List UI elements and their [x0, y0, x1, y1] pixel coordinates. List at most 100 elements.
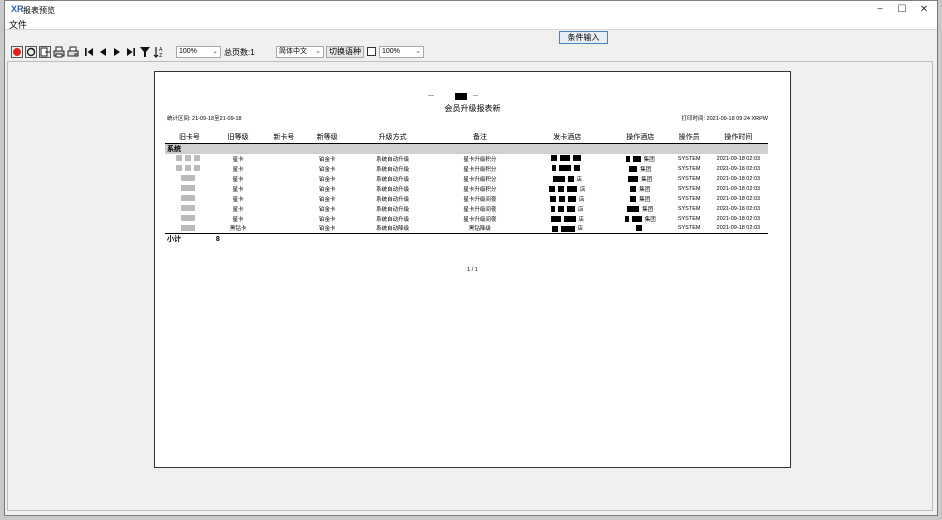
- new-level: 铂金卡: [318, 156, 336, 163]
- old-card-no: [165, 154, 214, 164]
- next-page-icon[interactable]: [111, 46, 123, 58]
- table-row[interactable]: 黑钻卡 铂金卡 系统自动降级 黑钻降级 店 SYSTEM 2021-09-18 02:03: [165, 224, 768, 234]
- operating-hotel-suffix: 集团: [644, 216, 656, 223]
- remark: 星卡升级积分: [463, 166, 497, 173]
- first-page-icon[interactable]: [83, 46, 95, 58]
- last-page-icon[interactable]: [125, 46, 137, 58]
- redacted-block: [632, 156, 641, 163]
- operation-time: 2021-09-18 02:03: [716, 205, 761, 212]
- toolbar: AZ 100% ⌄ 总页数:1 简体中文 ⌄ 切换语种 100% ⌄: [9, 45, 609, 60]
- upgrade-method: 系统自动升级: [376, 176, 410, 183]
- group-label: 系统: [165, 143, 768, 154]
- condition-input-button[interactable]: 条件输入: [559, 31, 608, 44]
- table-row[interactable]: 星卡 铂金卡 系统自动升级 星卡升级间夜 店 集团 SYSTEM 2021-09-18 02:…: [165, 204, 768, 214]
- redacted-block: [193, 155, 200, 162]
- table-row[interactable]: 星卡 铂金卡 系统自动升级 星卡升级积分 店 集团 SYSTEM 2021-09-18 02:…: [165, 184, 768, 194]
- redacted-block: [572, 155, 581, 162]
- operating-hotel-suffix: 集团: [642, 206, 654, 213]
- issuing-hotel: [524, 164, 611, 174]
- close-button[interactable]: ✕: [913, 2, 935, 18]
- remark: 星卡升级间夜: [463, 196, 497, 203]
- column-header: 旧卡号: [165, 132, 214, 144]
- redacted-block: [559, 155, 570, 162]
- operation-time: 2021-09-18 02:03: [716, 215, 761, 222]
- table-row[interactable]: 星卡 铂金卡 系统自动升级 星卡升级积分 店 集团 SYSTEM 2021-09-18 02:…: [165, 174, 768, 184]
- redacted-block: [625, 156, 630, 163]
- subtotal-label: 小计: [165, 233, 214, 244]
- issuing-hotel: 店: [524, 184, 611, 194]
- operator: SYSTEM: [677, 195, 701, 202]
- remark: 星卡升级积分: [463, 176, 497, 183]
- language-select[interactable]: 简体中文 ⌄: [276, 46, 324, 58]
- operator: SYSTEM: [677, 215, 701, 222]
- redacted-block: [180, 225, 195, 232]
- old-level: 星卡: [232, 156, 244, 163]
- table-row[interactable]: 星卡 铂金卡 系统自动升级 星卡升级积分 集团 SYSTEM 2021-09-18 02:0…: [165, 154, 768, 164]
- preview-area[interactable]: 会员升级报表新 统计区间: 21-09-18至21-09-18 打印时间: 20…: [7, 61, 933, 511]
- report-preview-window: XR 报表预览 − ☐ ✕ 文件 条件输入 AZ 100% ⌄ 总页数:1 简体…: [4, 0, 938, 516]
- export-icon[interactable]: [39, 46, 51, 58]
- column-header: 旧等级: [213, 132, 263, 144]
- operator: SYSTEM: [677, 155, 701, 162]
- column-header: 备注: [436, 132, 524, 144]
- issuing-hotel-suffix: 店: [576, 176, 583, 183]
- old-card-no: [165, 174, 214, 184]
- operating-hotel-suffix: 集团: [643, 156, 655, 163]
- xr-logo-icon: XR: [11, 4, 24, 14]
- remark: 星卡升级间夜: [463, 216, 497, 223]
- redacted-block: [567, 206, 575, 213]
- new-level: 铂金卡: [318, 226, 336, 233]
- table-row[interactable]: 星卡 铂金卡 系统自动升级 星卡升级间夜 店 集团 SYSTEM 2021-09-18 02:…: [165, 194, 768, 204]
- redacted-block: [558, 186, 564, 193]
- zoom-select-value: 100%: [179, 48, 197, 55]
- operation-time: 2021-09-18 02:03: [716, 165, 761, 172]
- refresh-icon[interactable]: [25, 46, 37, 58]
- minimize-button[interactable]: −: [869, 2, 891, 18]
- switch-language-button[interactable]: 切换语种: [326, 46, 364, 58]
- table-row[interactable]: 星卡 铂金卡 系统自动升级 星卡升级积分 集团 SYSTEM 2021-09-18 02:0…: [165, 164, 768, 174]
- remark: 星卡升级积分: [463, 186, 497, 193]
- new-level: 铂金卡: [318, 186, 336, 193]
- divider: [5, 29, 937, 30]
- column-header: 操作员: [669, 132, 709, 144]
- report-title: 会员升级报表新: [444, 104, 501, 113]
- old-level: 星卡: [232, 186, 244, 193]
- table-row[interactable]: 星卡 铂金卡 系统自动升级 星卡升级间夜 店 集团 SYSTEM 2021-09-18 02:…: [165, 214, 768, 224]
- maximize-button[interactable]: ☐: [891, 2, 913, 18]
- zoom-select-2[interactable]: 100% ⌄: [379, 46, 424, 58]
- redacted-block: [551, 225, 558, 232]
- chevron-down-icon: ⌄: [415, 48, 421, 55]
- old-card-no: [165, 204, 214, 214]
- prev-page-icon[interactable]: [97, 46, 109, 58]
- operation-time: 2021-09-18 02:03: [716, 155, 761, 162]
- print-setup-icon[interactable]: [67, 46, 79, 58]
- record-icon[interactable]: [11, 46, 23, 58]
- report-table: 旧卡号 旧等级 新卡号 新等级 升级方式 备注 发卡酒店 操作酒店 操作员 操作时间 系统 星卡 铂金…: [165, 132, 768, 244]
- issuing-hotel-suffix: 店: [578, 206, 584, 213]
- operating-hotel: 集团: [611, 204, 670, 214]
- old-level: 星卡: [232, 206, 244, 213]
- new-card-no: [262, 204, 305, 214]
- new-card-no: [262, 154, 305, 164]
- old-card-no: [165, 184, 214, 194]
- new-level: 铂金卡: [318, 166, 336, 173]
- redacted-block: [627, 206, 640, 213]
- option-checkbox[interactable]: [367, 47, 376, 56]
- redacted-block: [629, 166, 638, 173]
- new-card-no: [262, 194, 305, 204]
- old-card-no: [165, 214, 214, 224]
- upgrade-method: 系统自动升级: [376, 186, 410, 193]
- redacted-block: [567, 176, 574, 183]
- old-level: 黑钻卡: [229, 226, 247, 233]
- zoom-select[interactable]: 100% ⌄: [176, 46, 221, 58]
- issuing-hotel-suffix: 店: [577, 226, 584, 233]
- operating-hotel: 集团: [611, 214, 670, 224]
- subtotal-filler: [262, 233, 768, 244]
- redacted-block: [550, 216, 561, 223]
- operation-time: 2021-09-18 02:03: [716, 225, 761, 232]
- print-icon[interactable]: [53, 46, 65, 58]
- filter-icon[interactable]: [139, 46, 151, 58]
- upgrade-method: 系统自动升级: [376, 216, 410, 223]
- subtotal-value: 8: [213, 233, 263, 244]
- sort-icon[interactable]: AZ: [153, 46, 165, 58]
